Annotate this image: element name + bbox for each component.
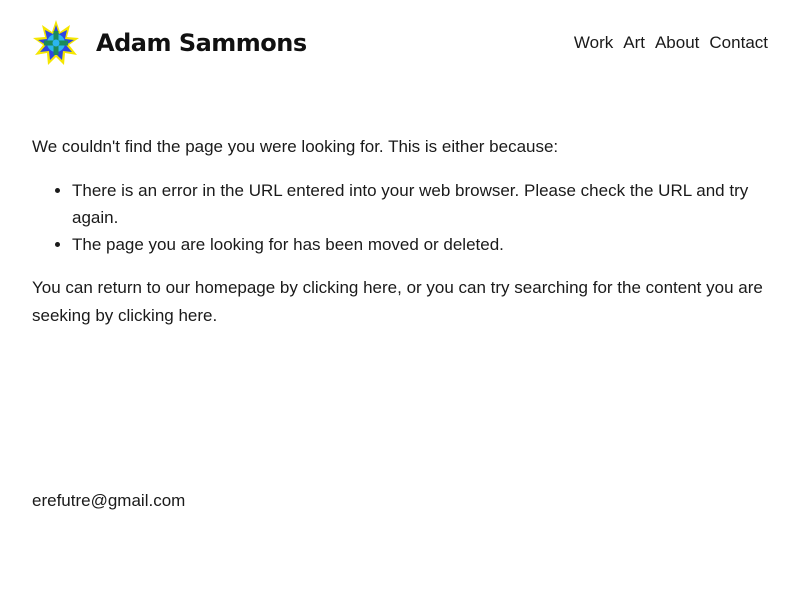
site-footer: erefutre@gmail.com [32, 488, 185, 514]
nav-about[interactable]: About [655, 33, 699, 53]
home-link[interactable]: Adam Sammons [32, 19, 307, 67]
error-reason-item: There is an error in the URL entered int… [72, 177, 772, 231]
site-title: Adam Sammons [96, 29, 307, 57]
logo-center-dot [52, 39, 60, 47]
nav-work[interactable]: Work [574, 33, 613, 53]
site-header: Adam Sammons Work Art About Contact [32, 18, 768, 68]
footer-email-link[interactable]: erefutre@gmail.com [32, 491, 185, 510]
page: Adam Sammons Work Art About Contact We c… [0, 0, 800, 600]
homepage-link[interactable]: clicking here [303, 278, 398, 297]
error-reasons-list: There is an error in the URL entered int… [32, 177, 772, 258]
nav-contact[interactable]: Contact [709, 33, 768, 53]
nav-art[interactable]: Art [623, 33, 645, 53]
return-text: You can return to our homepage by [32, 278, 303, 297]
star-burst-logo-icon [33, 20, 79, 65]
error-content: We couldn't find the page you were looki… [32, 133, 772, 330]
main-nav: Work Art About Contact [574, 33, 768, 53]
search-link[interactable]: clicking here [118, 306, 213, 325]
return-paragraph: You can return to our homepage by clicki… [32, 274, 772, 330]
return-text: . [212, 306, 218, 325]
error-reason-item: The page you are looking for has been mo… [72, 231, 772, 258]
error-intro: We couldn't find the page you were looki… [32, 137, 559, 156]
